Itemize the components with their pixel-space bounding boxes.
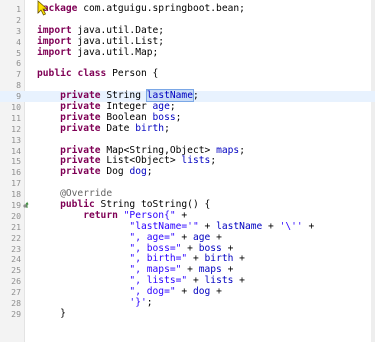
code-line[interactable]: 29 } (0, 308, 375, 320)
yellow-arrow-cursor-icon (37, 0, 49, 16)
line-number: 8 (16, 80, 21, 91)
line-number: 19 (11, 200, 21, 211)
code-text[interactable]: import java.util.Map; (37, 47, 158, 59)
line-number: 29 (11, 308, 21, 319)
line-number: 22 (11, 232, 21, 243)
line-number: 21 (11, 221, 21, 232)
line-number: 13 (11, 134, 21, 145)
line-number: 11 (11, 112, 21, 123)
code-lines[interactable]: 1 package com.atguigu.springboot.bean; 2 3 i… (0, 3, 375, 320)
code-text[interactable]: } (37, 308, 66, 320)
line-number: 3 (16, 25, 21, 36)
code-text[interactable]: public class Person { (37, 68, 158, 80)
line-number: 7 (16, 69, 21, 80)
line-number: 2 (16, 14, 21, 25)
code-text[interactable]: package com.atguigu.springboot.bean; (37, 3, 245, 15)
line-number: 10 (11, 102, 21, 113)
line-number: 27 (11, 287, 21, 298)
code-line[interactable]: 22 ", age=" + age + (0, 232, 375, 244)
line-number: 17 (11, 178, 21, 189)
line-number: 5 (16, 47, 21, 58)
code-text[interactable]: private Date birth; (37, 123, 170, 135)
line-number: 15 (11, 156, 21, 167)
line-number: 18 (11, 189, 21, 200)
code-line[interactable]: 16 private Dog dog; (0, 166, 375, 178)
line-number: 12 (11, 123, 21, 134)
line-number: 9 (16, 91, 21, 102)
line-number: 26 (11, 276, 21, 287)
line-number: 14 (11, 145, 21, 156)
line-number: 6 (16, 58, 21, 69)
code-line[interactable]: 12 private Date birth; (0, 123, 375, 135)
code-editor[interactable]: 1 package com.atguigu.springboot.bean; 2 3 i… (0, 0, 375, 342)
override-up-arrow-icon[interactable] (22, 201, 30, 210)
line-number: 16 (11, 167, 21, 178)
line-number: 20 (11, 210, 21, 221)
code-line[interactable]: 1 package com.atguigu.springboot.bean; (0, 3, 375, 15)
line-number: 1 (16, 4, 21, 14)
line-number: 24 (11, 254, 21, 265)
code-line[interactable]: 7 public class Person { (0, 68, 375, 80)
code-text[interactable]: private Dog dog; (37, 166, 152, 178)
code-line[interactable]: 13 (0, 135, 375, 146)
line-number: 4 (16, 36, 21, 47)
line-number: 23 (11, 243, 21, 254)
code-line[interactable]: 5 import java.util.Map; (0, 47, 375, 59)
line-number: 25 (11, 265, 21, 276)
line-number: 28 (11, 298, 21, 309)
